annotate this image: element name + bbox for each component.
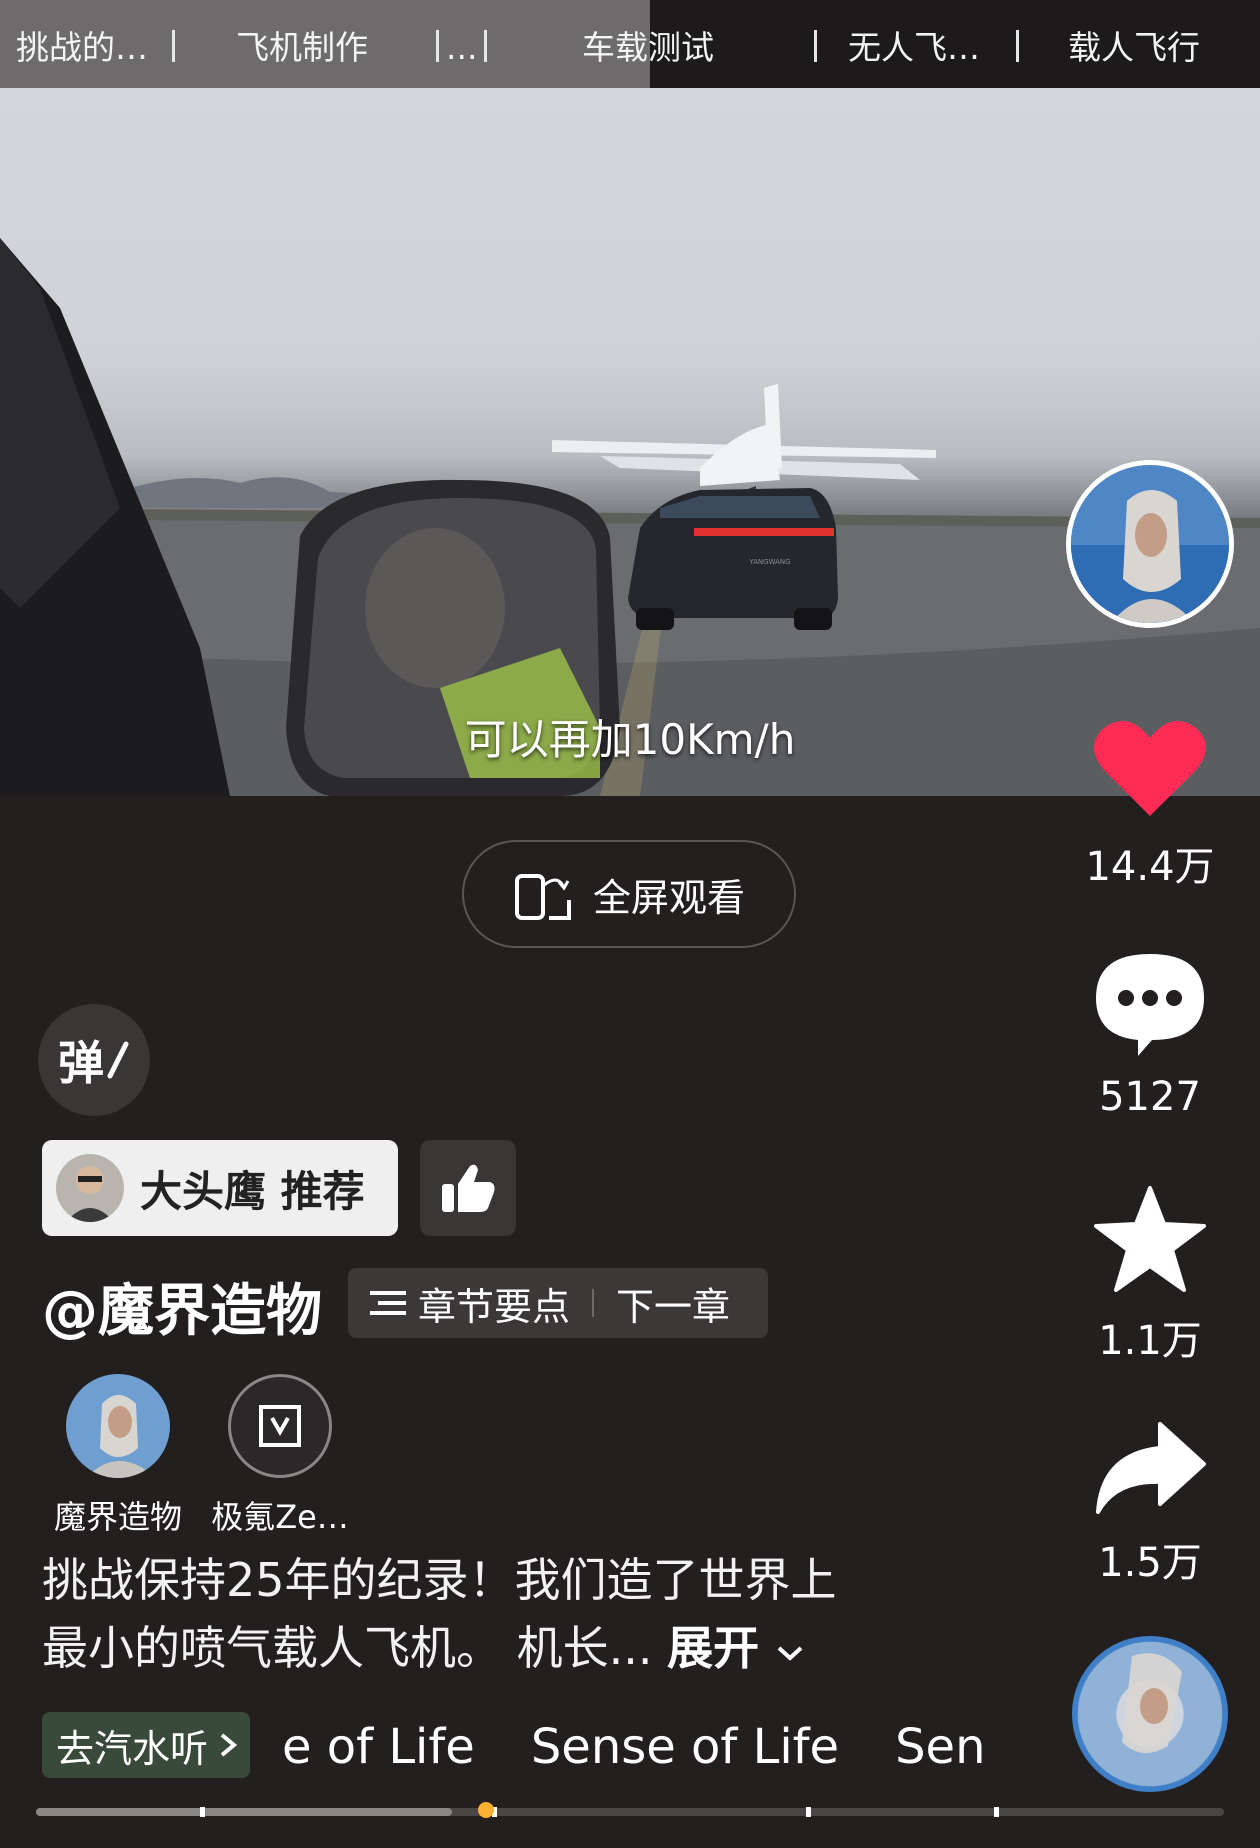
listen-in-qishui-button[interactable]: 去汽水听 xyxy=(42,1712,251,1778)
collaborator-avatar xyxy=(228,1374,332,1478)
chapter-separator xyxy=(814,30,817,62)
share-icon xyxy=(1096,1422,1206,1514)
chevron-right-icon xyxy=(220,1733,238,1757)
like-count: 14.4万 xyxy=(1085,844,1215,890)
music-badge-label: 去汽水听 xyxy=(56,1726,209,1771)
mirror-driver-head xyxy=(365,528,505,688)
chapter-separator xyxy=(436,30,439,62)
recommend-like-button[interactable] xyxy=(420,1140,516,1236)
chapter-tab-3[interactable]: ... xyxy=(446,0,477,88)
suv-wheel-left xyxy=(636,608,674,630)
next-chapter-label[interactable]: 下一章 xyxy=(616,1276,730,1331)
music-title: e of Life xyxy=(282,1719,475,1775)
chapter-pill[interactable]: 章节要点 下一章 xyxy=(348,1268,768,1338)
chapter-separator xyxy=(484,30,487,62)
description-line-1: 挑战保持25年的纪录！我们造了世界上 xyxy=(42,1553,837,1607)
collaborator-1[interactable]: 魔界造物 xyxy=(48,1374,188,1538)
chapter-tab-5[interactable]: 无人飞… xyxy=(848,0,980,88)
chapter-pill-divider xyxy=(592,1289,595,1317)
music-title: Sense of Life xyxy=(530,1719,840,1775)
danmu-slash-icon xyxy=(107,1041,129,1079)
chapter-tab-2[interactable]: 飞机制作 xyxy=(236,0,368,88)
zeekr-logo-icon xyxy=(259,1405,301,1447)
chapter-separator xyxy=(172,30,175,62)
video-frame-illustration: YANGWANG xyxy=(0,238,1260,796)
chapter-points-label[interactable]: 章节要点 xyxy=(418,1276,570,1331)
chevron-down-icon xyxy=(777,1646,803,1661)
rotate-screen-icon xyxy=(514,874,571,920)
heart-shape xyxy=(1094,720,1206,816)
danmu-toggle-button[interactable]: 弹 xyxy=(38,1004,150,1116)
collaborator-name: 魔界造物 xyxy=(53,1498,182,1536)
comment-icon xyxy=(1096,954,1204,1056)
expand-label: 展开 xyxy=(667,1621,760,1675)
progress-fill xyxy=(36,1808,452,1816)
music-disc-art xyxy=(1122,1653,1182,1754)
suv-wheel-right xyxy=(794,608,832,630)
video-player[interactable]: YANGWANG 可以再加10Km/h xyxy=(0,88,1260,796)
suv-taillight xyxy=(694,528,834,536)
collaborator-avatar xyxy=(66,1374,170,1478)
comment-count: 5127 xyxy=(1099,1074,1201,1120)
like-action[interactable]: 14.4万 xyxy=(1060,716,1240,892)
description-line-2: 最小的喷气载人飞机。 机长... xyxy=(42,1621,653,1675)
music-title: Sen xyxy=(895,1719,982,1775)
creator-avatar[interactable] xyxy=(1066,460,1234,628)
collaborator-2[interactable]: 极氪Ze… xyxy=(210,1374,350,1538)
danmu-label: 弹 xyxy=(58,1036,104,1090)
chapter-tick xyxy=(806,1807,811,1817)
chapter-list-icon xyxy=(370,1291,406,1315)
fullscreen-label: 全屏观看 xyxy=(592,875,745,920)
chapter-tick xyxy=(200,1807,205,1817)
comment-action[interactable]: 5127 xyxy=(1060,950,1240,1120)
share-count: 1.5万 xyxy=(1098,1540,1202,1586)
expand-button[interactable]: 展开 xyxy=(667,1621,805,1675)
thumbs-up-icon xyxy=(442,1164,495,1212)
music-disc[interactable] xyxy=(1072,1636,1228,1792)
author-handle[interactable]: @魔界造物 xyxy=(42,1266,322,1347)
chapter-bar: 挑战的… 飞机制作 ... 车载测试 无人飞… 载人飞行 xyxy=(0,0,1260,88)
chapter-tab-4[interactable]: 车载测试 xyxy=(582,0,714,88)
recommend-label: 大头鹰 推荐 xyxy=(140,1166,365,1216)
progress-marker[interactable] xyxy=(478,1802,494,1818)
music-title-marquee[interactable]: e of Life Sense of Life Sen xyxy=(282,1712,982,1782)
favorite-action[interactable]: 1.1万 xyxy=(1060,1184,1240,1366)
video-description: 挑战保持25年的纪录！我们造了世界上 最小的喷气载人飞机。 机长... 展开 xyxy=(42,1546,962,1682)
chapter-tab-6[interactable]: 载人飞行 xyxy=(1068,0,1200,88)
chapter-tick xyxy=(994,1807,999,1817)
collaborator-name: 极氪Ze… xyxy=(211,1498,349,1536)
heart-icon xyxy=(1094,720,1206,816)
chapter-separator xyxy=(1016,30,1019,62)
playback-progress-bar[interactable] xyxy=(36,1802,1224,1818)
recommender-avatar xyxy=(56,1154,124,1222)
star-icon xyxy=(1094,1186,1206,1292)
chapter-tab-1[interactable]: 挑战的… xyxy=(16,0,148,88)
suv-badge: YANGWANG xyxy=(748,558,790,566)
recommend-chip[interactable]: 大头鹰 推荐 xyxy=(42,1140,398,1236)
favorite-count: 1.1万 xyxy=(1098,1318,1202,1364)
share-action[interactable]: 1.5万 xyxy=(1060,1420,1240,1588)
fullscreen-button[interactable]: 全屏观看 xyxy=(462,840,796,948)
